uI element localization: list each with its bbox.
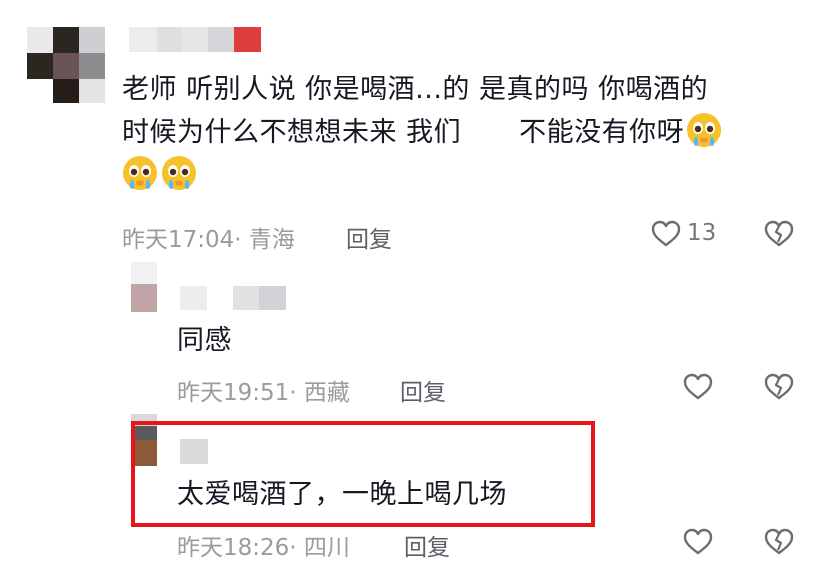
comment-text-line [122,154,802,197]
comment-text-segment: 不能没有你呀 [519,117,685,148]
comment-meta: 昨天17:04· 青海 [122,227,295,253]
pleading-face-emoji [123,156,157,190]
reply-button[interactable]: 回复 [346,220,392,254]
avatar[interactable] [131,262,157,312]
broken-heart-icon[interactable] [763,371,795,403]
heart-outline-icon[interactable] [682,371,714,403]
comment-text: 同感 [177,325,232,356]
reply-button[interactable]: 回复 [404,528,450,562]
like-count: 13 [687,220,717,246]
comment-text-segment: 时候为什么不想想未来 我们 [122,117,462,148]
heart-outline-icon[interactable] [650,218,682,250]
comment-meta: 昨天18:26· 四川 [177,535,350,561]
username-blurred[interactable] [129,27,261,52]
comment-meta: 昨天19:51· 西藏 [177,380,350,406]
comment-text-line: 时候为什么不想想未来 我们 不能没有你呀 [122,111,802,154]
pleading-face-emoji [687,113,722,147]
heart-outline-icon[interactable] [682,526,714,558]
highlight-box [131,421,595,527]
broken-heart-icon[interactable] [763,218,795,250]
comment-text-line: 老师 听别人说 你是喝酒...的 是真的吗 你喝酒的 [122,74,709,105]
broken-heart-icon[interactable] [763,526,795,558]
avatar[interactable] [27,27,105,103]
pleading-face-emoji [162,156,196,190]
comment-text: 老师 听别人说 你是喝酒...的 是真的吗 你喝酒的 时候为什么不想想未来 我们… [122,68,802,197]
username-blurred[interactable] [180,286,286,310]
reply-button[interactable]: 回复 [400,373,446,407]
